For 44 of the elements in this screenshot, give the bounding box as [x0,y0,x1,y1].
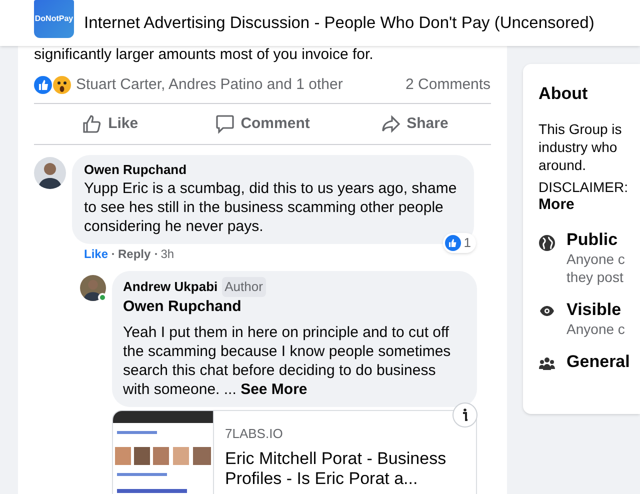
logo-text: DoNotPay [34,13,74,25]
thumbs-up-icon [444,235,461,251]
reaction-icons [34,75,74,95]
link-domain: 7LABS.IO [225,424,284,442]
comment-author[interactable]: Andrew Ukpabi [123,277,218,296]
author-badge: Author [222,277,266,296]
comment-text: Yeah I put them in here on principle and to cut off the scamming because I know people sometimes search this chat before deciding to do business with someone. ... See More [123,322,452,398]
comments-count[interactable]: 2 Comments [406,74,491,96]
link-preview-card[interactable]: 7LABS.IO Eric Mitchell Porat - Business Profiles - Is Eric Porat a... [112,410,477,494]
like-link[interactable]: Like [84,245,108,263]
see-more-link[interactable]: See More [240,380,308,398]
about-text: around. [538,156,588,174]
comment-action-button[interactable]: Comment [186,106,338,142]
privacy-description: Anyone c [566,320,625,338]
share-action-button[interactable]: Share [338,106,491,142]
comment-text: Yupp Eric is a scumbag, did this to us years ago, shame to see hes still in the business scamming other people considering he never pays. [84,179,458,236]
privacy-title: Visible [566,300,622,320]
privacy-description: Anyone c [566,250,625,268]
group-title: Internet Advertising Discussion - People Who Don't Pay (Uncensored) [84,12,594,34]
about-title: About [538,83,589,105]
about-text: industry who [538,138,618,156]
reply-link[interactable]: Reply [118,245,151,263]
disclaimer-text: DISCLAIMER: [538,178,630,196]
avatar [80,275,106,301]
avatar [34,157,66,189]
privacy-description: they post [566,268,624,286]
comment-author[interactable]: Owen Rupchand [84,162,462,178]
reactions-summary[interactable]: Stuart Carter, Andres Patino and 1 other [76,74,343,96]
thumbs-up-icon [82,114,102,134]
mention-tag[interactable]: Owen Rupchand [123,296,466,316]
share-arrow-icon [380,114,401,134]
privacy-title: Public [566,230,619,250]
eye-icon [538,304,555,316]
info-icon[interactable] [452,402,478,428]
like-action-button[interactable]: Like [34,106,186,142]
post-text: significantly larger amounts most of you invoice for. [34,46,374,64]
comment-time[interactable]: 3h [160,245,174,263]
privacy-title: General [566,352,630,372]
link-title: Eric Mitchell Porat - Business Profiles - Is Eric Porat a... [225,449,448,489]
about-text: This Group is [538,120,623,138]
speech-bubble-icon [214,114,235,134]
reaction-count-badge[interactable]: 1 [442,233,476,253]
people-icon [538,356,555,370]
see-more-link[interactable]: More [538,196,640,214]
